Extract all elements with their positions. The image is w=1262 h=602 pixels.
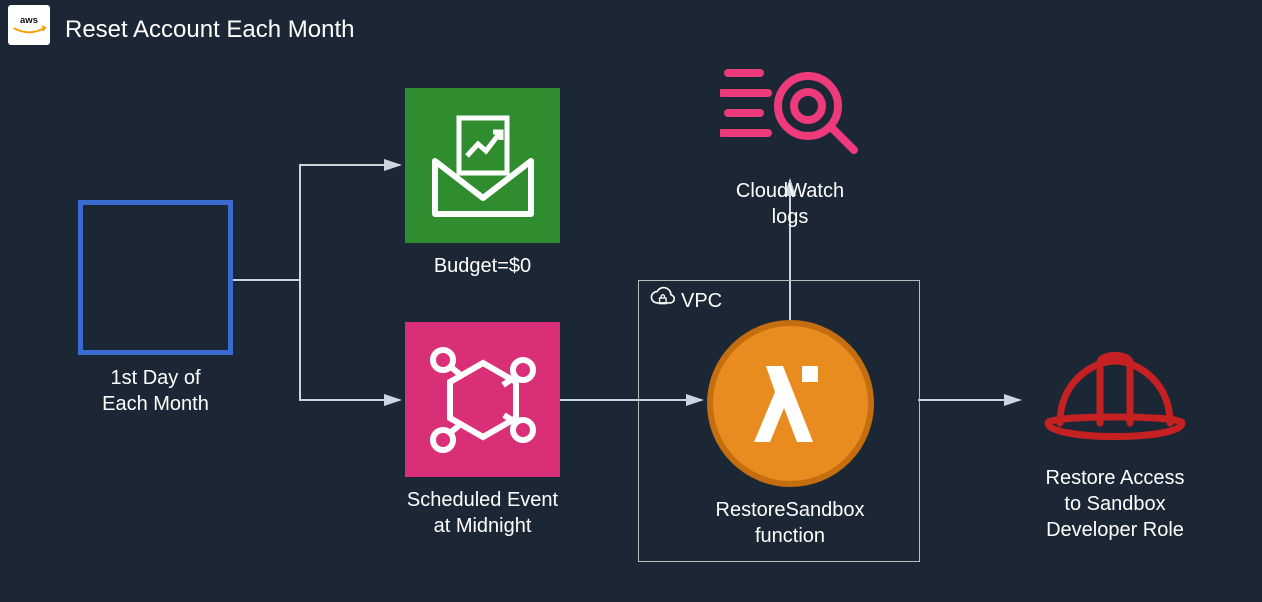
lambda-icon bbox=[707, 320, 874, 487]
vpc-label-row: VPC bbox=[649, 285, 722, 317]
diagram-title: Reset Account Each Month bbox=[65, 16, 355, 44]
hardhat-icon bbox=[1025, 345, 1205, 455]
calendar-icon bbox=[78, 200, 233, 355]
budget-label: Budget=$0 bbox=[405, 253, 560, 279]
vpc-label: VPC bbox=[681, 290, 722, 313]
aws-logo: aws bbox=[8, 5, 50, 45]
diagram-canvas: aws Reset Account Each Month bbox=[0, 0, 1262, 602]
logs-label: CloudWatchlogs bbox=[715, 178, 865, 230]
event-label: Scheduled Eventat Midnight bbox=[405, 487, 560, 539]
scheduled-event-icon bbox=[405, 322, 560, 477]
node-logs: CloudWatchlogs bbox=[715, 58, 865, 230]
cloud-lock-icon bbox=[649, 285, 675, 317]
node-lambda: RestoreSandboxfunction bbox=[700, 320, 880, 549]
node-budget: Budget=$0 bbox=[405, 88, 560, 279]
lambda-label: RestoreSandboxfunction bbox=[700, 497, 880, 549]
budget-icon bbox=[405, 88, 560, 243]
node-role: Restore Accessto SandboxDeveloper Role bbox=[1025, 345, 1205, 543]
node-event: Scheduled Eventat Midnight bbox=[405, 322, 560, 539]
calendar-label: 1st Day ofEach Month bbox=[78, 365, 233, 417]
node-calendar: 1st Day ofEach Month bbox=[78, 200, 233, 417]
aws-logo-text: aws bbox=[20, 15, 38, 26]
cloudwatch-logs-icon bbox=[715, 58, 865, 168]
role-label: Restore Accessto SandboxDeveloper Role bbox=[1025, 465, 1205, 543]
